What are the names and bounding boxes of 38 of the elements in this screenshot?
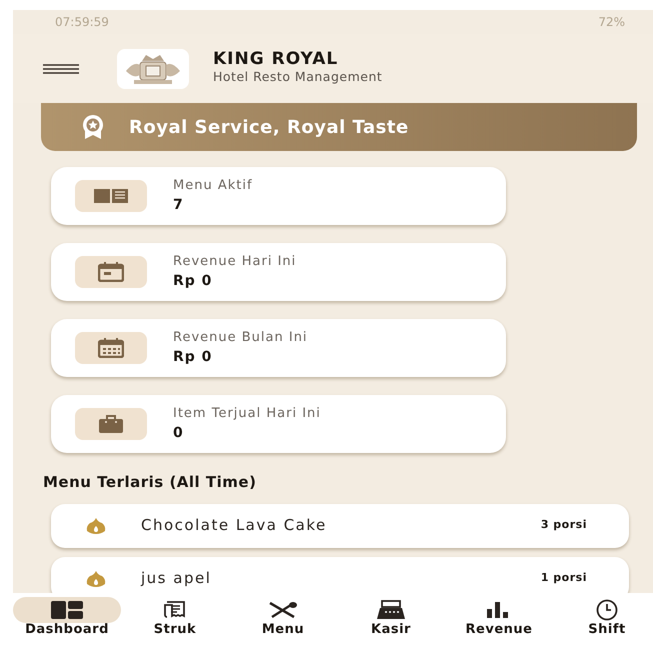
clock-icon xyxy=(596,599,618,621)
nav-tab[interactable]: Revenue xyxy=(445,597,553,637)
stat-label: Revenue Hari Ini xyxy=(173,252,296,271)
bar-chart-icon xyxy=(487,602,511,618)
stat-value: 0 xyxy=(173,424,185,444)
status-time: 07:59:59 xyxy=(55,14,109,31)
logo xyxy=(117,48,189,88)
receipt-icon xyxy=(164,601,186,619)
menu-item-name: Chocolate Lava Cake xyxy=(141,515,327,536)
stat-label: Revenue Bulan Ini xyxy=(173,328,308,347)
menu-item-card[interactable]: Chocolate Lava Cake 3 porsi xyxy=(51,504,629,548)
section-title: Menu Terlaris (All Time) xyxy=(43,472,258,493)
cash-register-icon xyxy=(376,600,406,620)
app-subtitle: Hotel Resto Management xyxy=(213,68,382,86)
portion-count: 3 porsi xyxy=(540,517,587,534)
flame-icon xyxy=(85,518,107,534)
bag-icon xyxy=(99,415,123,433)
calendar-icon xyxy=(98,338,124,358)
stat-value: 7 xyxy=(173,196,185,216)
nav-tab[interactable]: Kasir xyxy=(337,597,445,637)
nav-tab[interactable]: Struk xyxy=(121,597,229,637)
portion-count: 1 porsi xyxy=(540,570,587,586)
nav-tab[interactable]: Shift xyxy=(553,597,653,637)
banner-text: Royal Service, Royal Taste xyxy=(129,116,409,140)
menu-item-card[interactable]: jus apel 1 porsi xyxy=(51,556,629,593)
menu-item-name: jus apel xyxy=(141,568,212,590)
nav-tab[interactable]: Menu xyxy=(229,597,337,637)
utensils-icon xyxy=(268,601,298,619)
calendar-icon xyxy=(98,262,124,282)
app-title: KING ROYAL xyxy=(213,50,340,68)
stat-value: Rp 0 xyxy=(173,272,214,292)
dashboard-icon xyxy=(51,601,83,619)
book-icon xyxy=(94,188,128,204)
stat-value: Rp 0 xyxy=(173,348,214,368)
stat-label: Menu Aktif xyxy=(173,176,253,195)
stat-label: Item Terjual Hari Ini xyxy=(173,404,321,423)
flame-icon xyxy=(85,570,107,586)
battery-level: 72% xyxy=(598,14,625,31)
